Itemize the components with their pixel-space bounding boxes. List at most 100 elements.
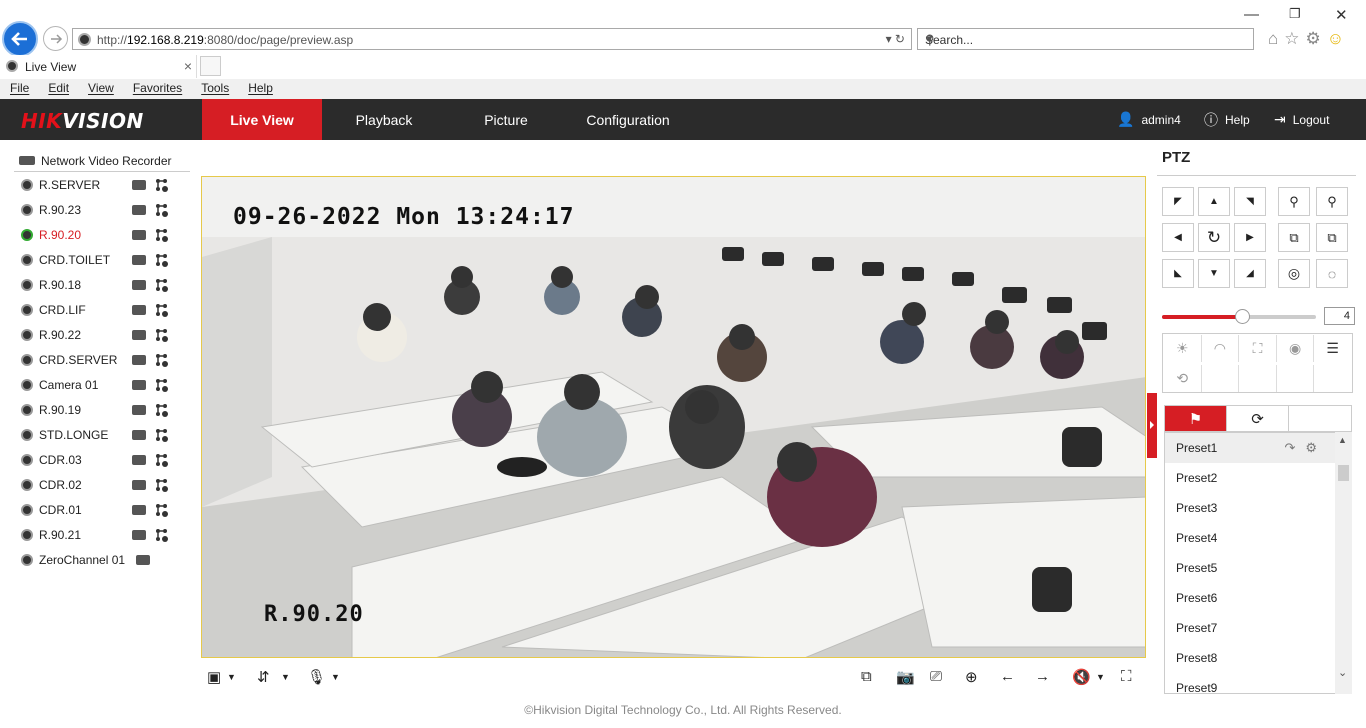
chevron-down-icon[interactable]: ▼: [331, 672, 340, 682]
preset-item[interactable]: Preset6: [1165, 583, 1351, 613]
record-icon[interactable]: [132, 355, 146, 365]
tab-configuration[interactable]: Configuration: [568, 99, 688, 140]
tree-root-nvr[interactable]: Network Video Recorder: [14, 150, 190, 172]
zoom-out-icon[interactable]: ⚲: [1278, 187, 1310, 216]
camera-item[interactable]: CRD.SERVER: [14, 347, 190, 372]
stream-icon[interactable]: [154, 278, 169, 293]
camera-item[interactable]: R.90.20: [14, 222, 190, 247]
restore-icon[interactable]: ❐: [1289, 6, 1301, 22]
record-icon[interactable]: [132, 455, 146, 465]
chevron-down-icon[interactable]: ▼: [227, 672, 236, 682]
collapse-ptz-handle[interactable]: [1147, 393, 1157, 458]
record-icon[interactable]: [132, 305, 146, 315]
scrollbar-thumb[interactable]: [1338, 465, 1349, 481]
tab-pattern[interactable]: [1289, 406, 1351, 431]
chevron-down-icon[interactable]: ▼: [925, 34, 1246, 44]
address-bar[interactable]: http://192.168.8.219:8080/doc/page/previ…: [72, 28, 912, 50]
record-icon[interactable]: [132, 530, 146, 540]
camera-item[interactable]: R.90.22: [14, 322, 190, 347]
record-icon[interactable]: [136, 555, 150, 565]
camera-item[interactable]: STD.LONGE: [14, 422, 190, 447]
search-box[interactable]: Search... ⚲ ▼: [917, 28, 1254, 50]
chevron-down-icon[interactable]: ▼: [281, 672, 290, 682]
tab-close-icon[interactable]: ×: [184, 58, 192, 74]
iris-close-icon[interactable]: ◌: [1316, 259, 1348, 288]
stream-icon[interactable]: [154, 253, 169, 268]
ptz-down-right-button[interactable]: ◢: [1234, 259, 1266, 288]
camera-item[interactable]: CDR.02: [14, 472, 190, 497]
menu-favorites[interactable]: Favorites: [123, 79, 191, 99]
wiper-icon[interactable]: ◠: [1202, 335, 1240, 362]
stream-icon[interactable]: [154, 328, 169, 343]
chevron-down-icon[interactable]: ▼: [1096, 672, 1105, 682]
camera-item[interactable]: CRD.LIF: [14, 297, 190, 322]
menu-help[interactable]: Help: [238, 79, 282, 99]
camera-item[interactable]: R.SERVER: [14, 172, 190, 197]
camera-item[interactable]: R.90.19: [14, 397, 190, 422]
stream-icon[interactable]: [154, 503, 169, 518]
menu-icon[interactable]: ☰: [1314, 335, 1351, 362]
scroll-down-icon[interactable]: ⌄: [1338, 666, 1347, 679]
stream-icon[interactable]: [154, 353, 169, 368]
stream-icon[interactable]: [154, 478, 169, 493]
home-icon[interactable]: ⌂: [1268, 29, 1278, 49]
call-preset-icon[interactable]: ↷: [1284, 440, 1305, 455]
zoom-in-icon[interactable]: ⊕: [965, 668, 978, 686]
refresh-icon[interactable]: ▾ ↻: [886, 32, 905, 46]
tab-patrol[interactable]: ⟳: [1227, 406, 1289, 431]
preset-item[interactable]: Preset1 ↷⚙: [1165, 433, 1351, 463]
camera-item[interactable]: ZeroChannel 01: [14, 547, 190, 572]
scroll-up-icon[interactable]: ▲: [1338, 435, 1347, 445]
stream-icon[interactable]: [154, 378, 169, 393]
stream-icon[interactable]: [154, 228, 169, 243]
preset-item[interactable]: Preset2: [1165, 463, 1351, 493]
close-icon[interactable]: ✕: [1335, 6, 1348, 24]
stream-icon[interactable]: [154, 178, 169, 193]
stream-icon[interactable]: [154, 453, 169, 468]
stream-icon[interactable]: [154, 403, 169, 418]
record-icon[interactable]: [132, 205, 146, 215]
tab-live-view[interactable]: Live View: [202, 99, 322, 140]
record-icon[interactable]: [132, 430, 146, 440]
record-icon[interactable]: [132, 255, 146, 265]
user-menu[interactable]: 👤 admin4: [1117, 99, 1181, 140]
camera-icon[interactable]: 📷: [896, 668, 915, 686]
preset-item[interactable]: Preset9: [1165, 673, 1351, 693]
camera-item[interactable]: Camera 01: [14, 372, 190, 397]
focus-assist-icon[interactable]: ◉: [1277, 335, 1315, 362]
tab-playback[interactable]: Playback: [324, 99, 444, 140]
camera-item[interactable]: CDR.01: [14, 497, 190, 522]
record-icon[interactable]: [132, 380, 146, 390]
browser-tab[interactable]: Live View ×: [0, 55, 197, 78]
preset-controls[interactable]: ↷⚙: [1284, 440, 1327, 456]
stream-type-icon[interactable]: ⇵: [257, 668, 270, 686]
camera-item[interactable]: R.90.21: [14, 522, 190, 547]
stream-icon[interactable]: [154, 428, 169, 443]
gear-icon[interactable]: ⚙: [1306, 29, 1321, 49]
light-icon[interactable]: ☀: [1164, 335, 1202, 362]
zoom-in-icon[interactable]: ⚲: [1316, 187, 1348, 216]
mute-icon[interactable]: 🔇: [1072, 668, 1091, 686]
record-icon[interactable]: [132, 505, 146, 515]
back-button[interactable]: [2, 21, 38, 57]
ptz-speed-slider[interactable]: [1162, 309, 1316, 324]
preset-item[interactable]: Preset7: [1165, 613, 1351, 643]
menu-file[interactable]: File: [0, 79, 38, 99]
ptz-down-button[interactable]: ▼: [1198, 259, 1230, 288]
record-icon[interactable]: ⎚: [930, 668, 942, 685]
stream-icon[interactable]: [154, 303, 169, 318]
record-icon[interactable]: [132, 280, 146, 290]
preset-scrollbar[interactable]: ▲ ⌄: [1335, 432, 1352, 694]
ptz-up-button[interactable]: ▲: [1198, 187, 1230, 216]
lens-init-icon[interactable]: ⟲: [1164, 365, 1202, 392]
camera-item[interactable]: R.90.18: [14, 272, 190, 297]
video-window[interactable]: 09-26-2022 Mon 13:24:17 R.90.20: [201, 176, 1146, 658]
preset-item[interactable]: Preset3: [1165, 493, 1351, 523]
window-layout-icon[interactable]: ▣: [207, 668, 221, 686]
tab-picture[interactable]: Picture: [446, 99, 566, 140]
camera-item[interactable]: CDR.03: [14, 447, 190, 472]
stop-all-icon[interactable]: ⧉: [861, 668, 872, 685]
logout-link[interactable]: ⇥ Logout: [1274, 99, 1329, 140]
ptz-up-left-button[interactable]: ◤: [1162, 187, 1194, 216]
new-tab-button[interactable]: [200, 56, 221, 76]
